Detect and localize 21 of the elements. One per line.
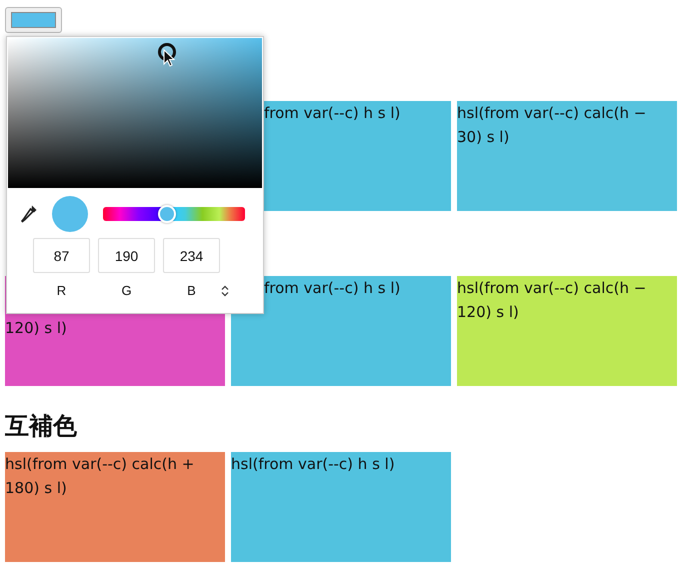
hue-slider-thumb[interactable] bbox=[158, 205, 176, 223]
channel-input[interactable]: 87 bbox=[33, 238, 90, 273]
channel-label: G bbox=[121, 283, 132, 298]
channel-label: B bbox=[187, 283, 196, 298]
eyedropper-icon[interactable] bbox=[20, 204, 38, 224]
hue-slider[interactable] bbox=[103, 207, 245, 221]
color-formula: hsl(from var(--c) calc(h − 30) s l) bbox=[457, 103, 648, 148]
color-swatch-button[interactable] bbox=[5, 7, 62, 33]
color-formula: hsl(from var(--c) h s l) bbox=[231, 454, 395, 475]
channel-label: R bbox=[56, 283, 66, 298]
channel-input[interactable]: 190 bbox=[98, 238, 155, 273]
saturation-value-area[interactable] bbox=[8, 38, 262, 188]
up-down-icon[interactable] bbox=[221, 285, 229, 297]
cursor-icon bbox=[163, 49, 175, 67]
channel-input[interactable]: 234 bbox=[163, 238, 220, 273]
color-formula: from var(--c) h s l) bbox=[264, 103, 400, 124]
color-formula: hsl(from var(--c) calc(h + 180) s l) bbox=[5, 454, 196, 499]
color-formula: hsl(from var(--c) calc(h − 120) s l) bbox=[457, 278, 648, 323]
color-formula: from var(--c) h s l) bbox=[264, 278, 400, 299]
color-formula: 120) s l) bbox=[5, 318, 67, 339]
section-heading: 互補色 bbox=[5, 411, 78, 442]
